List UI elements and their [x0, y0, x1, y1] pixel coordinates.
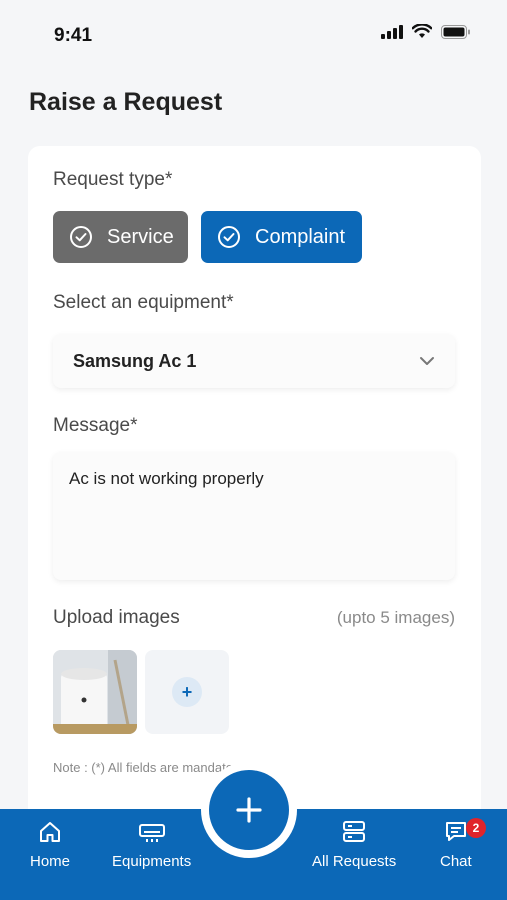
nav-item-home[interactable]: Home: [30, 820, 70, 870]
new-request-fab[interactable]: [209, 770, 289, 850]
status-time: 9:41: [54, 25, 93, 46]
check-circle-icon: [70, 226, 92, 248]
chat-notification-badge: 2: [466, 818, 486, 838]
status-icons: [381, 24, 471, 39]
equipment-select[interactable]: Samsung Ac 1: [53, 334, 455, 388]
nav-label-all-requests: All Requests: [312, 853, 397, 870]
plus-icon: [236, 797, 262, 823]
upload-limit-hint: (upto 5 images): [336, 608, 455, 627]
upload-images-label: Upload images: [53, 607, 180, 628]
check-circle-icon: [218, 226, 240, 248]
server-list-icon: [343, 821, 366, 842]
nav-item-equipments[interactable]: Equipments: [112, 820, 191, 870]
status-bar: 9:41: [0, 0, 507, 70]
wifi-icon: [412, 24, 432, 38]
air-purifier-photo: [53, 650, 137, 734]
complaint-type-button[interactable]: Complaint: [201, 211, 362, 263]
nav-label-home: Home: [30, 853, 71, 870]
request-type-label: Request type*: [53, 169, 173, 190]
service-type-button[interactable]: Service: [53, 211, 188, 263]
nav-label-equipments: Equipments: [112, 853, 192, 870]
service-type-label: Service: [107, 225, 174, 248]
message-textarea[interactable]: Ac is not working properly: [53, 452, 455, 580]
chat-icon: [445, 822, 466, 841]
equipment-selected-value: Samsung Ac 1: [73, 350, 197, 371]
cellular-signal-icon: [381, 24, 403, 39]
plus-icon: +: [172, 677, 202, 707]
nav-label-chat: Chat: [440, 853, 472, 870]
uploaded-image-thumbnail[interactable]: [53, 650, 137, 734]
nav-item-all-requests[interactable]: All Requests: [312, 820, 396, 870]
equipment-label: Select an equipment*: [53, 292, 234, 313]
home-icon: [40, 822, 60, 842]
message-label: Message*: [53, 415, 138, 436]
battery-icon: [441, 24, 470, 39]
message-text: Ac is not working properly: [69, 469, 264, 488]
page-title: Raise a Request: [29, 88, 223, 116]
complaint-type-label: Complaint: [255, 225, 346, 248]
chevron-down-icon: [420, 357, 434, 365]
air-conditioner-icon: [138, 824, 165, 842]
add-image-button[interactable]: +: [145, 650, 229, 734]
